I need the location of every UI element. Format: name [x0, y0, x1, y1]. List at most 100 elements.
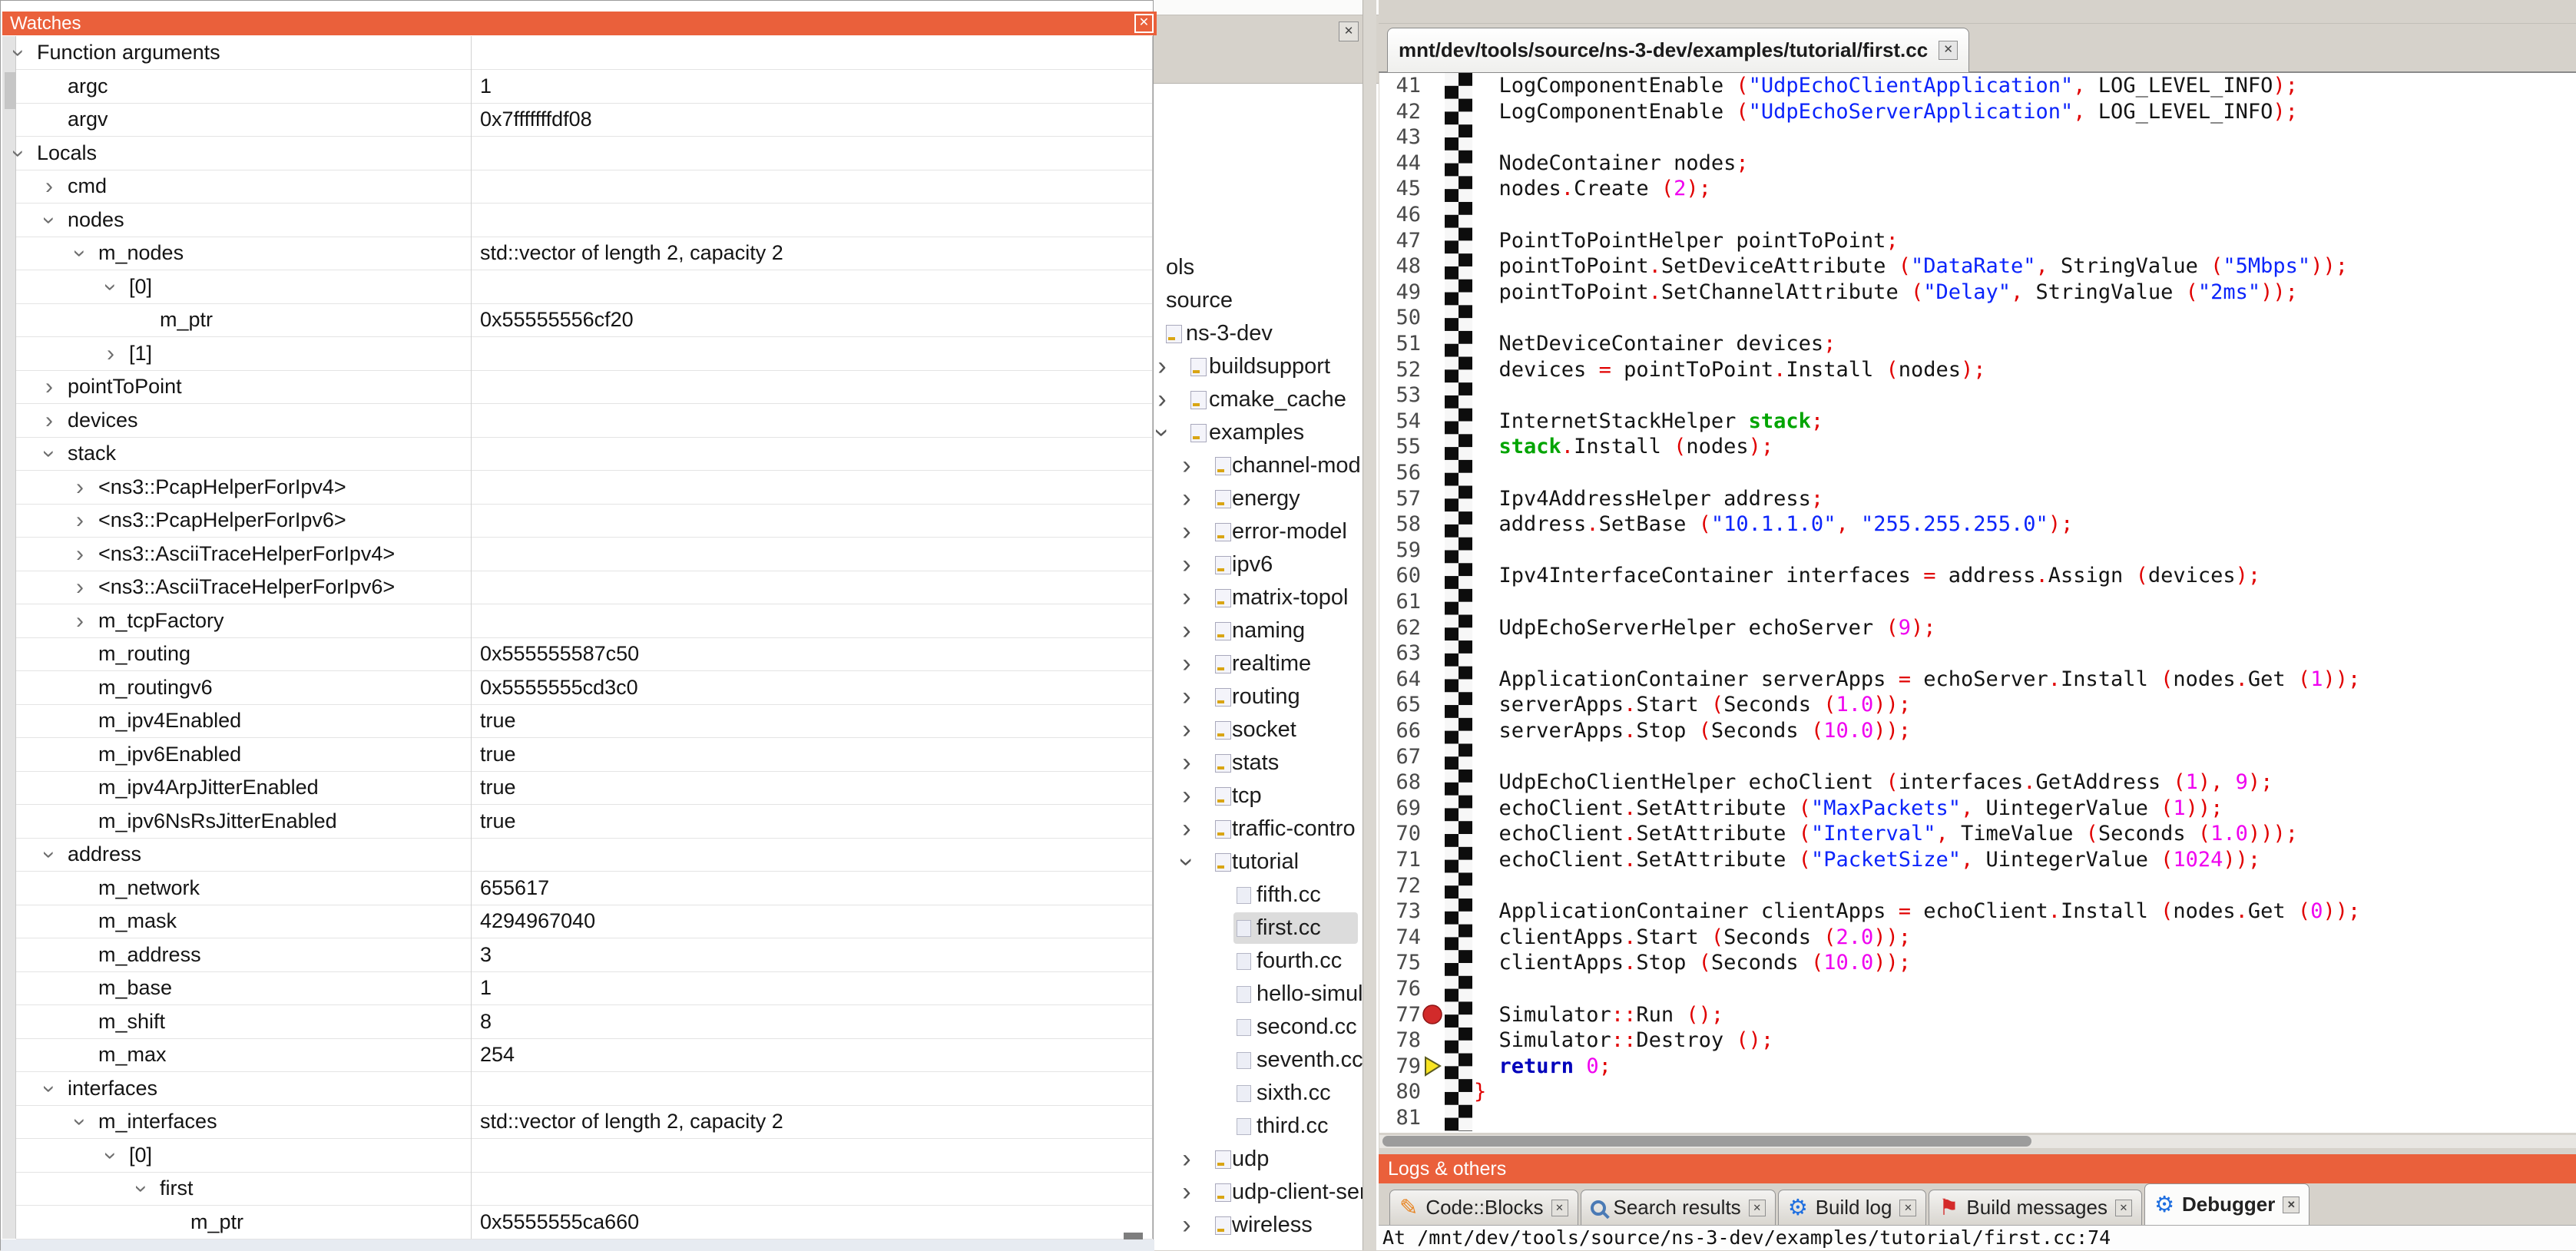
watch-row[interactable]: ›Function arguments: [16, 36, 1152, 70]
chevron-right-icon[interactable]: ›: [68, 538, 91, 571]
chevron-right-icon[interactable]: ›: [1175, 647, 1198, 680]
watch-row[interactable]: m_network655617: [16, 872, 1152, 905]
watch-row[interactable]: ›devices: [16, 404, 1152, 438]
chevron-down-icon[interactable]: ›: [124, 1177, 158, 1200]
close-icon[interactable]: ✕: [1749, 1200, 1766, 1216]
watch-row[interactable]: m_ipv4Enabledtrue: [16, 704, 1152, 738]
line-number[interactable]: 58: [1396, 511, 1421, 538]
tree-item-energy[interactable]: ›energy: [1149, 482, 1379, 515]
watch-row[interactable]: ›[1]: [16, 337, 1152, 371]
chevron-down-icon[interactable]: ›: [2, 142, 35, 165]
logs-tab-search-results[interactable]: Search results✕: [1581, 1190, 1776, 1225]
logs-tab-build-log[interactable]: ⚙Build log✕: [1778, 1190, 1927, 1225]
line-number[interactable]: 51: [1396, 331, 1421, 357]
chevron-right-icon[interactable]: ›: [68, 504, 91, 538]
chevron-right-icon[interactable]: ›: [1151, 350, 1174, 383]
tree-item-second-cc[interactable]: second.cc: [1149, 1011, 1379, 1044]
chevron-right-icon[interactable]: ›: [1175, 713, 1198, 746]
watches-vertical-scrollbar[interactable]: [2, 36, 16, 1239]
tree-item-seventh-cc[interactable]: seventh.cc: [1149, 1044, 1379, 1077]
line-number[interactable]: 46: [1396, 202, 1421, 228]
watch-row[interactable]: m_ptr0x55555556cf20: [16, 303, 1152, 337]
tree-item-ns-3-dev[interactable]: ns-3-dev: [1149, 317, 1379, 350]
tree-item-first-cc[interactable]: first.cc: [1149, 912, 1379, 945]
line-number[interactable]: 61: [1396, 589, 1421, 615]
chevron-right-icon[interactable]: ›: [1175, 680, 1198, 713]
tree-item-realtime[interactable]: ›realtime: [1149, 647, 1379, 680]
tree-item-cmake-cache[interactable]: ›cmake_cache: [1149, 383, 1379, 416]
line-number[interactable]: 65: [1396, 692, 1421, 718]
tree-item-sixth-cc[interactable]: sixth.cc: [1149, 1077, 1379, 1110]
line-number[interactable]: 41: [1396, 73, 1421, 99]
watch-row[interactable]: m_shift8: [16, 1005, 1152, 1039]
chevron-right-icon[interactable]: ›: [1175, 1143, 1198, 1176]
tree-item-third-cc[interactable]: third.cc: [1149, 1110, 1379, 1143]
chevron-right-icon[interactable]: ›: [38, 404, 61, 438]
chevron-down-icon[interactable]: ›: [94, 1144, 127, 1167]
line-number[interactable]: 67: [1396, 744, 1421, 770]
tree-item-buildsupport[interactable]: ›buildsupport: [1149, 350, 1379, 383]
chevron-right-icon[interactable]: ›: [68, 471, 91, 505]
watch-row[interactable]: ›[0]: [16, 1139, 1152, 1173]
watches-scrollbar-thumb[interactable]: [5, 72, 16, 109]
line-number[interactable]: 77: [1396, 1002, 1421, 1028]
chevron-right-icon[interactable]: ›: [99, 337, 122, 371]
watch-row[interactable]: m_address3: [16, 938, 1152, 972]
logs-tab-build-messages[interactable]: ⚑Build messages✕: [1929, 1190, 2142, 1225]
watch-row[interactable]: ›Locals: [16, 137, 1152, 170]
line-number[interactable]: 47: [1396, 228, 1421, 254]
close-icon[interactable]: ✕: [1899, 1200, 1916, 1216]
chevron-right-icon[interactable]: ›: [1175, 746, 1198, 779]
chevron-right-icon[interactable]: ›: [1175, 614, 1198, 647]
watch-row[interactable]: argc1: [16, 70, 1152, 104]
line-number[interactable]: 60: [1396, 563, 1421, 589]
line-number[interactable]: 52: [1396, 357, 1421, 383]
line-number[interactable]: 74: [1396, 925, 1421, 951]
line-number[interactable]: 73: [1396, 899, 1421, 925]
watch-row[interactable]: ›m_nodesstd::vector of length 2, capacit…: [16, 237, 1152, 270]
chevron-right-icon[interactable]: ›: [38, 170, 61, 204]
line-number[interactable]: 56: [1396, 460, 1421, 486]
code-editor[interactable]: 4142434445464748495051525354555657585960…: [1379, 73, 2576, 1133]
watch-row[interactable]: m_ipv6NsRsJitterEnabledtrue: [16, 805, 1152, 839]
line-number[interactable]: 76: [1396, 976, 1421, 1002]
line-number[interactable]: 63: [1396, 640, 1421, 667]
close-icon[interactable]: ✕: [1551, 1200, 1568, 1216]
line-number[interactable]: 43: [1396, 124, 1421, 151]
watch-row[interactable]: m_mask4294967040: [16, 905, 1152, 938]
chevron-right-icon[interactable]: ›: [68, 571, 91, 604]
chevron-down-icon[interactable]: ›: [32, 442, 66, 465]
editor-hscroll-thumb[interactable]: [1382, 1136, 2031, 1147]
watch-row[interactable]: ›nodes: [16, 204, 1152, 237]
line-number[interactable]: 71: [1396, 847, 1421, 873]
chevron-right-icon[interactable]: ›: [1175, 779, 1198, 812]
logs-tab-code-blocks[interactable]: ✎Code::Blocks✕: [1389, 1190, 1578, 1225]
watch-row[interactable]: ›interfaces: [16, 1072, 1152, 1106]
chevron-right-icon[interactable]: ›: [1175, 1209, 1198, 1242]
chevron-down-icon[interactable]: ›: [63, 1110, 97, 1134]
line-number[interactable]: 78: [1396, 1028, 1421, 1054]
line-number[interactable]: 55: [1396, 434, 1421, 460]
watch-row[interactable]: argv0x7fffffffdf08: [16, 103, 1152, 137]
line-number[interactable]: 68: [1396, 769, 1421, 796]
tree-item-channel-mod[interactable]: ›channel-mod: [1149, 449, 1379, 482]
watch-row[interactable]: ›<ns3::AsciiTraceHelperForIpv4>: [16, 538, 1152, 571]
watch-row[interactable]: m_ipv6Enabledtrue: [16, 738, 1152, 772]
tree-item-ipv6[interactable]: ›ipv6: [1149, 548, 1379, 581]
tree-item-udp[interactable]: ›udp: [1149, 1143, 1379, 1176]
watch-row[interactable]: m_routingv60x5555555cd3c0: [16, 671, 1152, 705]
line-number[interactable]: 57: [1396, 486, 1421, 512]
line-number[interactable]: 69: [1396, 796, 1421, 822]
line-number[interactable]: 66: [1396, 718, 1421, 744]
close-icon[interactable]: ✕: [1134, 14, 1154, 33]
line-number[interactable]: 49: [1396, 280, 1421, 306]
watch-row[interactable]: ›m_interfacesstd::vector of length 2, ca…: [16, 1105, 1152, 1139]
chevron-right-icon[interactable]: ›: [1151, 383, 1174, 416]
line-number[interactable]: 80: [1396, 1079, 1421, 1105]
watch-row[interactable]: ›<ns3::PcapHelperForIpv4>: [16, 471, 1152, 505]
line-number[interactable]: 62: [1396, 615, 1421, 641]
tree-item-hello-simul[interactable]: hello-simul: [1149, 978, 1379, 1011]
chevron-down-icon[interactable]: ›: [32, 209, 66, 232]
chevron-down-icon[interactable]: ›: [94, 276, 127, 299]
watch-row[interactable]: m_ptr0x5555555ca660: [16, 1206, 1152, 1239]
